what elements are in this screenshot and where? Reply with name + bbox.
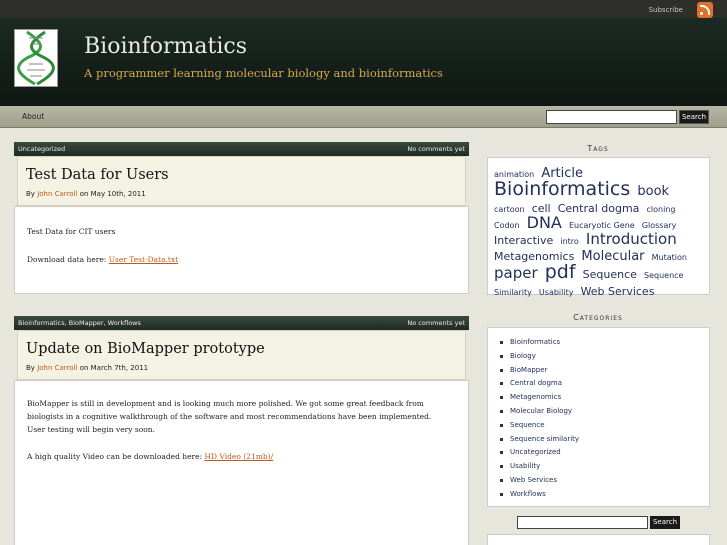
- site-title[interactable]: Bioinformatics: [84, 34, 247, 59]
- post: Bioinformatics, BioMapper, Workflows No …: [14, 316, 469, 545]
- tag-link[interactable]: cartoon: [494, 205, 525, 214]
- tag-link[interactable]: Mutation: [652, 253, 687, 262]
- dna-logo-icon[interactable]: [14, 29, 58, 87]
- post-paragraph: BioMapper is still in development and is…: [27, 399, 432, 421]
- nav-item-about[interactable]: About: [22, 112, 44, 121]
- tag-cloud: animation Article Bioinformatics book ca…: [487, 157, 710, 298]
- post-title[interactable]: Test Data for Users: [26, 167, 169, 183]
- nav-bar: About Search: [0, 106, 727, 128]
- post-paragraph: A high quality Video can be downloaded h…: [27, 450, 456, 463]
- download-label: A high quality Video can be downloaded h…: [27, 452, 205, 461]
- subscribe-link[interactable]: Subscribe: [649, 6, 683, 14]
- sidebar-box: [487, 534, 710, 545]
- category-link[interactable]: Molecular Biology: [500, 407, 709, 421]
- tag-link[interactable]: Central dogma: [558, 202, 640, 215]
- post-title[interactable]: Update on BioMapper prototype: [26, 341, 265, 357]
- post-paragraph: Test Data for CIT users: [27, 227, 116, 236]
- category-link[interactable]: Uncategorized: [500, 448, 709, 462]
- category-link[interactable]: Sequence: [500, 421, 709, 435]
- rss-icon[interactable]: [697, 2, 713, 18]
- post-by: By: [26, 364, 35, 372]
- post-title-box: Update on BioMapper prototype By John Ca…: [17, 330, 466, 380]
- post-date: on May 10th, 2011: [79, 190, 146, 198]
- search-input[interactable]: [546, 110, 677, 124]
- tag-link[interactable]: pdf: [545, 261, 576, 283]
- download-label: Download data here:: [27, 255, 109, 264]
- category-link[interactable]: Workflows: [500, 490, 709, 504]
- tag-link[interactable]: Web Services: [581, 285, 655, 298]
- post-comments-link[interactable]: No comments yet: [407, 145, 465, 153]
- tag-link[interactable]: Molecular: [581, 249, 644, 264]
- category-link[interactable]: BioMapper: [500, 366, 709, 380]
- tag-link[interactable]: Eucaryotic Gene: [569, 221, 635, 230]
- category-link[interactable]: Web Services: [500, 476, 709, 490]
- tag-link[interactable]: paper: [494, 264, 538, 282]
- tag-link[interactable]: Glossary: [642, 221, 677, 230]
- tag-link[interactable]: Usability: [539, 288, 574, 297]
- post-paragraph: Download data here: User Test-Data.txt: [27, 253, 456, 266]
- category-link[interactable]: Biology: [500, 352, 709, 366]
- download-link[interactable]: User Test-Data.txt: [109, 255, 178, 264]
- post-categories[interactable]: Bioinformatics, BioMapper, Workflows: [18, 319, 141, 327]
- post-date: on March 7th, 2011: [79, 364, 149, 372]
- post-body: Test Data for CIT users Download data he…: [14, 206, 469, 294]
- post-author-link[interactable]: John Carroll: [37, 190, 77, 198]
- tags-heading: Tags: [587, 144, 609, 153]
- post-categories[interactable]: Uncategorized: [18, 145, 65, 153]
- tag-link[interactable]: intro: [560, 237, 578, 246]
- post-by: By: [26, 190, 35, 198]
- sidebar-search-input[interactable]: [517, 516, 648, 529]
- post-meta: By John Carroll on May 10th, 2011: [26, 190, 146, 198]
- post-comments-link[interactable]: No comments yet: [407, 319, 465, 327]
- category-link[interactable]: Metagenomics: [500, 393, 709, 407]
- post: Uncategorized No comments yet Test Data …: [14, 142, 469, 294]
- post-header-strip: Bioinformatics, BioMapper, Workflows No …: [14, 316, 469, 330]
- tag-link[interactable]: Interactive: [494, 234, 553, 247]
- post-title-box: Test Data for Users By John Carroll on M…: [17, 156, 466, 206]
- tag-link[interactable]: cloning: [647, 205, 676, 214]
- category-link[interactable]: Usability: [500, 462, 709, 476]
- post-author-link[interactable]: John Carroll: [37, 364, 77, 372]
- top-bar: Subscribe: [0, 0, 727, 18]
- tag-link[interactable]: book: [637, 184, 669, 199]
- tag-link[interactable]: DNA: [527, 213, 562, 232]
- tag-link[interactable]: Introduction: [586, 230, 677, 248]
- post-header-strip: Uncategorized No comments yet: [14, 142, 469, 156]
- post-meta: By John Carroll on March 7th, 2011: [26, 364, 148, 372]
- category-link[interactable]: Bioinformatics: [500, 338, 709, 352]
- post-paragraph: User testing will begin very soon.: [27, 425, 155, 434]
- download-link[interactable]: HD Video (21mb)/: [205, 452, 274, 461]
- categories-list: Bioinformatics Biology BioMapper Central do…: [487, 327, 710, 507]
- search-button[interactable]: Search: [679, 110, 709, 124]
- sidebar-search-button[interactable]: Search: [650, 516, 680, 529]
- categories-heading: Categories: [573, 313, 623, 322]
- site-tagline: A programmer learning molecular biology …: [84, 66, 443, 80]
- category-link[interactable]: Sequence similarity: [500, 435, 709, 449]
- tag-link[interactable]: Bioinformatics: [494, 178, 630, 200]
- site-header: Bioinformatics A programmer learning mol…: [0, 18, 727, 106]
- category-link[interactable]: Central dogma: [500, 379, 709, 393]
- tag-link[interactable]: Codon: [494, 221, 520, 230]
- tag-link[interactable]: Sequence: [583, 268, 637, 281]
- post-body: BioMapper is still in development and is…: [14, 380, 469, 545]
